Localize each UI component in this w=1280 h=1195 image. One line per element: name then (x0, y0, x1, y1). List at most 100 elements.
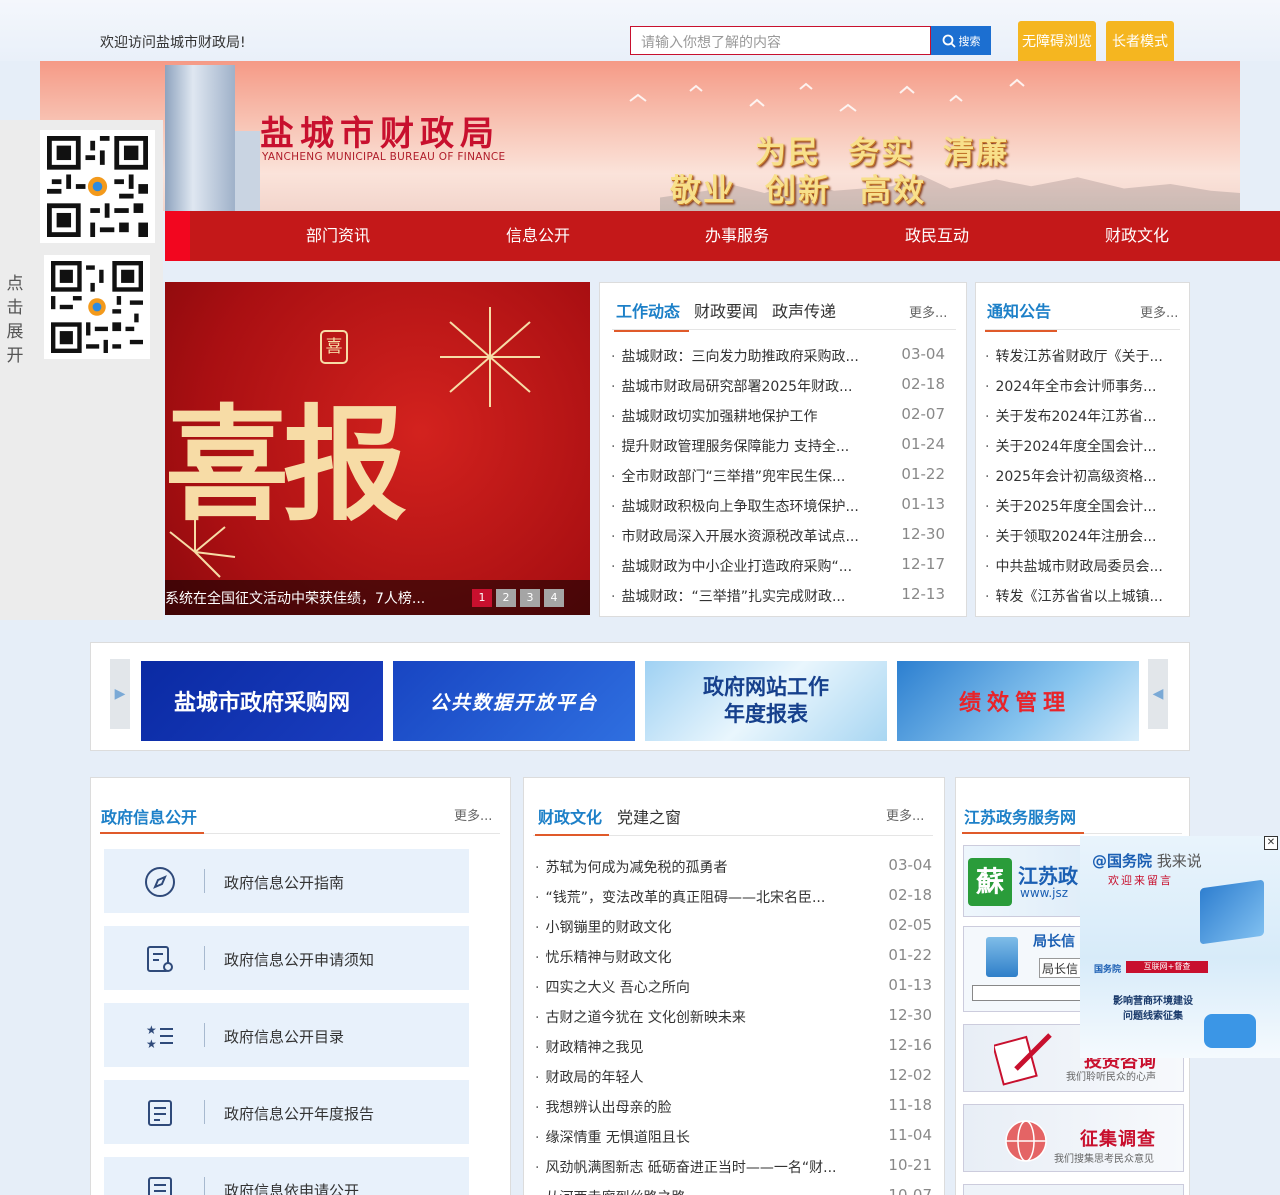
list-item-title: 关于2024年度全国会计... (995, 439, 1157, 455)
slide-dot-4[interactable]: 4 (544, 589, 564, 607)
culture-item[interactable]: · “钱荒”，变法改革的真正阻碍——北宋名臣... (535, 887, 870, 907)
gov-info-guide-item[interactable]: 政府信息公开指南 (104, 849, 469, 913)
culture-item[interactable]: · 小钢镚里的财政文化 (535, 917, 870, 937)
link-banner-annual-report[interactable]: 政府网站工作 年度报表 (645, 661, 887, 741)
notice-item[interactable]: · 关于发布2024年江苏省... (985, 406, 1180, 426)
tab-party-window[interactable]: 党建之窗 (617, 804, 681, 828)
gov-info-guide-item[interactable]: 政府信息公开申请须知 (104, 926, 469, 990)
nav-item-finance-culture[interactable]: 财政文化 (1057, 211, 1217, 261)
culture-item[interactable]: · 苏轼为何成为减免税的孤勇者 (535, 857, 870, 877)
nav-item-interaction[interactable]: 政民互动 (857, 211, 1017, 261)
gov-info-guide-item[interactable]: ★ ★ 政府信息公开目录 (104, 1003, 469, 1067)
slide-caption[interactable]: 系统在全国征文活动中荣获佳绩，7人榜... (165, 588, 425, 608)
link-banner-performance[interactable]: 绩效管理 (897, 661, 1139, 741)
culture-item[interactable]: · 古财之道今犹在 文化创新映未来 (535, 1007, 870, 1027)
list-item-title: 盐城财政：“三举措”扎实完成财政... (621, 589, 846, 605)
work-news-item[interactable]: · 提升财政管理服务保障能力 支持全... (611, 436, 883, 456)
notice-item[interactable]: · 中共盐城市财政局委员会... (985, 556, 1180, 576)
next-link-box[interactable] (963, 1184, 1184, 1195)
list-item-title: 盐城市财政局研究部署2025年财政... (621, 379, 853, 395)
slide-seal-badge: 喜 (320, 330, 348, 364)
document-settings-icon (147, 946, 173, 972)
work-news-item[interactable]: · 盐城财政：“三举措”扎实完成财政... (611, 586, 883, 606)
guide-item-label: 政府信息公开年度报告 (224, 1105, 375, 1123)
culture-item[interactable]: · 我想辨认出母亲的脸 (535, 1097, 870, 1117)
culture-item[interactable]: · 财政精神之我见 (535, 1037, 870, 1057)
culture-item[interactable]: · 从河西走廊到丝路之路 (535, 1187, 870, 1195)
list-item-date: 12-17 (901, 555, 945, 573)
work-news-more-link[interactable]: 更多... (909, 302, 947, 321)
search-button-label: 搜索 (958, 34, 981, 48)
gov-info-title[interactable]: 政府信息公开 (101, 804, 197, 828)
close-icon[interactable]: ✕ (1264, 836, 1278, 850)
slide-dot-2[interactable]: 2 (496, 589, 516, 607)
expand-toggle[interactable]: 点击展开 (6, 272, 24, 368)
nav-item-services[interactable]: 办事服务 (657, 211, 817, 261)
elder-mode-button[interactable]: 长者模式 (1106, 21, 1174, 61)
work-news-item[interactable]: · 市财政局深入开展水资源税改革试点... (611, 526, 883, 546)
list-item-date: 11-04 (888, 1126, 932, 1144)
link-banner-open-data[interactable]: 公共数据开放平台 (393, 661, 635, 741)
notice-item[interactable]: · 关于领取2024年注册会... (985, 526, 1180, 546)
carousel-next-arrow[interactable]: ▶ (110, 659, 130, 729)
work-news-item[interactable]: · 盐城财政为中小企业打造政府采购“... (611, 556, 883, 576)
qr-code-icon (51, 261, 143, 353)
list-item-title: 中共盐城市财政局委员会... (995, 559, 1163, 575)
notice-item[interactable]: · 2025年会计初高级资格... (985, 466, 1180, 486)
bullet-icon: · (611, 529, 616, 545)
work-news-item[interactable]: · 盐城财政：三向发力助推政府采购政... (611, 346, 883, 366)
jiangsu-title[interactable]: 江苏政务服务网 (964, 804, 1076, 828)
culture-item[interactable]: · 缘深情重 无惧道阻且长 (535, 1127, 870, 1147)
accessibility-button[interactable]: 无障碍浏览 (1018, 21, 1096, 61)
news-slideshow[interactable]: 喜 喜报 系统在全国征文活动中荣获佳绩，7人榜... 1 2 3 4 (165, 282, 590, 615)
mailbox-title[interactable]: 局长信 (1033, 931, 1075, 951)
carousel-prev-arrow[interactable]: ◀ (1148, 659, 1168, 729)
active-tab-underline (535, 834, 609, 836)
list-item-title: 古财之道今犹在 文化创新映未来 (545, 1010, 746, 1026)
gov-info-guide-item[interactable]: 政府信息公开年度报告 (104, 1080, 469, 1144)
gov-info-more-link[interactable]: 更多... (454, 805, 492, 824)
nav-item-info-disclosure[interactable]: 信息公开 (458, 211, 618, 261)
culture-item[interactable]: · 四实之大义 吾心之所向 (535, 977, 870, 997)
work-news-item[interactable]: · 盐城财政积极向上争取生态环境保护... (611, 496, 883, 516)
floating-ad-state-council[interactable]: @国务院 我来说 欢迎来留言 国务院 互联网+督查 影响营商环境建设 问题线索征… (1080, 836, 1280, 1058)
work-news-item[interactable]: · 盐城财政切实加强耕地保护工作 (611, 406, 883, 426)
list-item-title: 盐城财政为中小企业打造政府采购“... (621, 559, 853, 575)
notice-item[interactable]: · 2024年全市会计师事务... (985, 376, 1180, 396)
tab-finance-culture[interactable]: 财政文化 (538, 804, 602, 828)
culture-item[interactable]: · 风劲帆满图新志 砥砺奋进正当时——一名“财... (535, 1157, 870, 1177)
jiangsu-site-text: 江苏政 (1018, 864, 1078, 888)
gov-info-guide-item[interactable]: 政府信息依申请公开 (104, 1157, 469, 1195)
work-news-item[interactable]: · 全市财政部门“三举措”兜牢民生保... (611, 466, 883, 486)
notice-item[interactable]: · 关于2025年度全国会计... (985, 496, 1180, 516)
bullet-icon: · (535, 920, 540, 936)
slide-dot-3[interactable]: 3 (520, 589, 540, 607)
tab-gov-voice[interactable]: 政声传递 (772, 298, 836, 322)
bullet-icon: · (985, 589, 990, 605)
slide-dot-1[interactable]: 1 (472, 589, 492, 607)
notices-more-link[interactable]: 更多... (1140, 302, 1178, 321)
list-item-title: 关于发布2024年江苏省... (995, 409, 1157, 425)
search-input[interactable]: 请输入你想了解的内容 (630, 26, 931, 55)
tab-work-news[interactable]: 工作动态 (616, 298, 680, 322)
work-news-item[interactable]: · 盐城市财政局研究部署2025年财政... (611, 376, 883, 396)
culture-item[interactable]: · 财政局的年轻人 (535, 1067, 870, 1087)
notice-item[interactable]: · 转发江苏省财政厅《关于... (985, 346, 1180, 366)
survey-link[interactable]: 征集调查 我们搜集思考民众意见 (963, 1104, 1184, 1172)
link-banner-procurement[interactable]: 盐城市政府采购网 (141, 661, 383, 741)
qr-code-wechat[interactable] (40, 130, 155, 243)
ad-title: @国务院 我来说 (1092, 850, 1202, 871)
notice-item[interactable]: · 转发《江苏省省以上城镇... (985, 586, 1180, 606)
culture-item[interactable]: · 忧乐精神与财政文化 (535, 947, 870, 967)
qr-code-app[interactable] (44, 255, 150, 359)
list-item-title: 盐城财政切实加强耕地保护工作 (621, 409, 818, 425)
jiangsu-site-url: www.jsz (1020, 886, 1069, 900)
culture-more-link[interactable]: 更多... (886, 805, 924, 824)
search-button[interactable]: 搜索 (931, 26, 991, 55)
tab-finance-news[interactable]: 财政要闻 (694, 298, 758, 322)
nav-item-department-news[interactable]: 部门资讯 (258, 211, 418, 261)
mailbox-query-input[interactable] (972, 985, 1088, 1001)
notices-title[interactable]: 通知公告 (987, 298, 1051, 322)
notice-item[interactable]: · 关于2024年度全国会计... (985, 436, 1180, 456)
guide-item-label: 政府信息公开指南 (224, 874, 345, 892)
